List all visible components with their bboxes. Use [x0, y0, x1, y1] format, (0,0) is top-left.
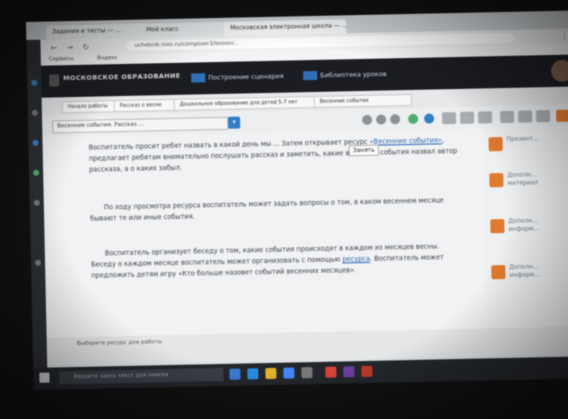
- resource-sidebar: Презент... Дополн... материал Дополн... …: [482, 126, 568, 329]
- site-logo[interactable]: МОСКОВСКОЕ ОБРАЗОВАНИЕ: [63, 72, 180, 82]
- app-icon[interactable]: [301, 367, 313, 379]
- resource-link[interactable]: «Весенние события»: [370, 136, 443, 146]
- forward-icon[interactable]: →: [66, 43, 73, 52]
- panel-icon[interactable]: [33, 199, 40, 206]
- avatar[interactable]: [550, 59, 568, 83]
- folder-icon[interactable]: [265, 367, 277, 380]
- nav-library[interactable]: Библиотека уроков: [303, 69, 387, 81]
- reload-icon[interactable]: ↻: [82, 43, 89, 52]
- panel-icon[interactable]: [31, 109, 38, 116]
- tooltip: Занять: [348, 144, 379, 157]
- taskview-icon[interactable]: [229, 368, 241, 380]
- panel-icon[interactable]: [33, 169, 40, 176]
- paragraph: Воспитатель организует беседу о том, как…: [91, 242, 444, 280]
- app-icon[interactable]: [361, 365, 373, 378]
- edge-icon[interactable]: [247, 368, 259, 380]
- lesson-content: Воспитатель просит ребят назвать в какой…: [42, 128, 487, 338]
- footer-label: Выберите ресурс для работы: [76, 339, 163, 348]
- paragraph: Воспитатель просит ребят назвать в какой…: [88, 136, 458, 174]
- lesson-select[interactable]: Весенние события. Рассказ ...: [52, 116, 229, 134]
- info-icon[interactable]: [424, 113, 435, 124]
- resource-item[interactable]: Презент...: [488, 132, 568, 164]
- screen: Задания и тесты — ... Мой класс Московск…: [26, 10, 568, 390]
- document-icon: [489, 173, 504, 188]
- taskbar-search-input[interactable]: Введите здесь текст для поиска: [59, 367, 224, 385]
- play-icon[interactable]: [376, 114, 387, 125]
- resource-item[interactable]: Дополн... материал: [489, 168, 568, 200]
- breadcrumb-item[interactable]: Дошкольное образование для детей 5-7 лет: [173, 95, 318, 111]
- tool-icon[interactable]: [499, 110, 515, 124]
- document-icon: [490, 219, 505, 234]
- logo-icon: [49, 74, 60, 87]
- document-icon: [491, 265, 506, 280]
- tool-icon[interactable]: [517, 110, 533, 123]
- tool-icon[interactable]: [459, 111, 475, 124]
- store-icon[interactable]: [283, 367, 295, 379]
- back-icon[interactable]: ←: [50, 43, 57, 52]
- paragraph: По ходу просмотра ресурса воспитатель мо…: [90, 196, 444, 223]
- library-icon: [303, 70, 318, 81]
- tool-icon[interactable]: [441, 112, 457, 125]
- tool-icon[interactable]: [555, 109, 568, 122]
- windows-start-icon[interactable]: [39, 372, 50, 383]
- chevron-down-icon[interactable]: ▾: [228, 116, 241, 129]
- breadcrumb-item[interactable]: Рассказ о весне: [113, 98, 178, 113]
- presentation-icon: [488, 137, 503, 152]
- breadcrumb-item[interactable]: Начало работы: [61, 100, 118, 114]
- tool-icon[interactable]: [477, 111, 493, 124]
- panel-icon[interactable]: [31, 79, 38, 86]
- nav-scenario[interactable]: Построение сценария: [191, 72, 284, 83]
- layout-icon: [191, 73, 206, 83]
- tool-icon[interactable]: [535, 110, 551, 123]
- next-icon[interactable]: [390, 114, 401, 125]
- bookmark-item[interactable]: Яндекс: [97, 55, 118, 61]
- app-icon[interactable]: [343, 366, 355, 378]
- panel-icon[interactable]: [34, 259, 42, 266]
- breadcrumb-item[interactable]: Весенние события: [313, 93, 412, 108]
- resource-item[interactable]: Дополн... информ...: [490, 214, 568, 246]
- resource-item[interactable]: Дополн... информ...: [491, 260, 568, 292]
- check-icon[interactable]: [408, 113, 419, 125]
- menu-icon[interactable]: ⋮: [560, 33, 568, 42]
- chrome-icon[interactable]: [325, 366, 337, 378]
- panel-icon[interactable]: [32, 139, 39, 146]
- bookmark-item[interactable]: Сервисы: [49, 56, 74, 63]
- prev-icon[interactable]: [362, 114, 373, 125]
- resource-link[interactable]: ресурса: [342, 255, 370, 264]
